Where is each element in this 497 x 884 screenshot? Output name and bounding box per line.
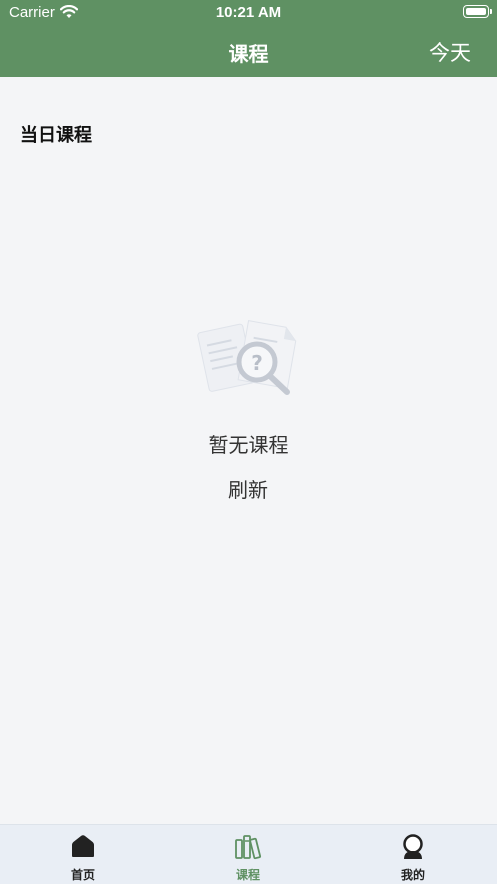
tab-label: 首页 [70, 868, 95, 882]
tab-courses[interactable]: 课程 [188, 825, 308, 884]
tab-label: 课程 [235, 868, 260, 882]
tab-home[interactable]: 首页 [23, 825, 143, 884]
svg-text:?: ? [251, 351, 263, 375]
today-button[interactable]: 今天 [429, 37, 471, 67]
tab-profile[interactable]: 我的 [353, 825, 473, 884]
battery-icon [463, 5, 492, 18]
status-time: 10:21 AM [215, 4, 282, 21]
tab-bar: 首页 课程 我的 [0, 824, 497, 884]
page-title: 课程 [228, 42, 269, 66]
section-title: 当日课程 [20, 125, 92, 146]
app-header: Carrier 10:21 AM 课程 今天 [0, 0, 497, 77]
status-bar: Carrier 10:21 AM [0, 0, 497, 26]
tab-label: 我的 [400, 868, 425, 882]
refresh-button[interactable]: 刷新 [198, 474, 298, 506]
empty-message: 暂无课程 [208, 433, 289, 457]
empty-search-icon: ? [195, 318, 299, 400]
